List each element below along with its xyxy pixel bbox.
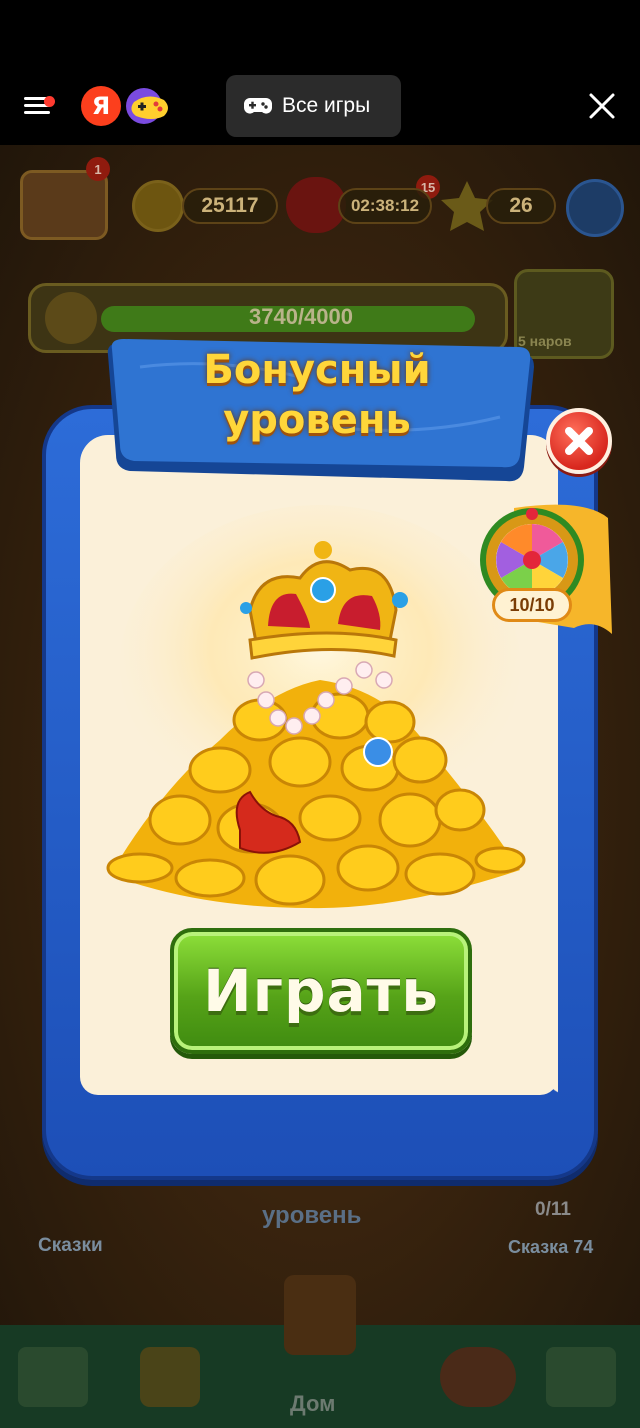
cards-nav-icon[interactable]	[18, 1347, 88, 1407]
games-logo-icon[interactable]	[124, 86, 172, 126]
play-button[interactable]: Играть	[170, 928, 472, 1054]
popup-title: Бонусный уровень	[100, 345, 534, 445]
gamepad-icon	[244, 98, 272, 114]
browser-topbar: Я Все игры	[0, 0, 640, 145]
lives-heart-icon	[286, 177, 346, 233]
home-nav-label[interactable]: Дом	[290, 1391, 335, 1417]
close-icon	[565, 427, 593, 455]
bottom-navigation: Дом	[0, 1275, 640, 1428]
fairy-tales-label: Сказки	[38, 1235, 103, 1256]
treasure-pile-image	[106, 541, 526, 909]
collection-nav-icon[interactable]	[546, 1347, 616, 1407]
tale-progress-count: 0/11	[535, 1199, 571, 1220]
tale-label: Сказка 74	[508, 1237, 594, 1257]
coin-icon	[132, 180, 184, 232]
lives-timer: 02:38:12	[338, 188, 432, 224]
crown	[240, 541, 408, 660]
profile-badge: 1	[86, 157, 110, 181]
progress-text: 3740/4000	[249, 304, 353, 329]
pearl-gem	[363, 737, 393, 767]
level-label: уровень	[262, 1202, 362, 1229]
home-nav-icon[interactable]	[284, 1275, 356, 1355]
settings-gear-icon[interactable]	[566, 179, 624, 237]
play-button-label: Играть	[203, 957, 439, 1025]
popup-title-line1: Бонусный	[203, 347, 431, 393]
notification-dot	[44, 96, 55, 107]
coins-counter: 25117	[182, 188, 278, 224]
stars-counter: 26	[486, 188, 556, 224]
close-icon[interactable]	[588, 92, 616, 120]
progress-reward-icon	[45, 292, 97, 344]
all-games-label: Все игры	[282, 94, 371, 117]
shop-nav-icon[interactable]	[440, 1347, 516, 1407]
trophy-nav-icon[interactable]	[140, 1347, 200, 1407]
close-popup-button[interactable]	[546, 408, 612, 474]
yandex-logo[interactable]: Я	[81, 86, 121, 126]
all-games-button[interactable]: Все игры	[226, 75, 401, 137]
popup-title-line2: уровень	[223, 397, 411, 443]
